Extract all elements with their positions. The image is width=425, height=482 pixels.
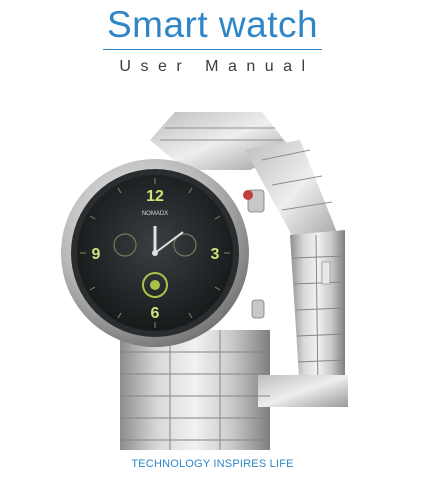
dial-numeral-3: 3 [211,246,220,263]
smartwatch-illustration: 12 3 6 9 NOMADX [61,112,348,450]
dial-brand: NOMADX [142,211,168,217]
title-divider [103,49,322,50]
right-band [290,230,346,393]
dial-numeral-9: 9 [92,246,101,263]
dial-numeral-12: 12 [146,188,164,205]
document-subtitle: User Manual [119,58,315,75]
document-tagline: TECHNOLOGY INSPIRES LIFE [131,458,294,470]
document-title: Smart watch [106,4,319,45]
dial-numeral-6: 6 [151,305,160,322]
